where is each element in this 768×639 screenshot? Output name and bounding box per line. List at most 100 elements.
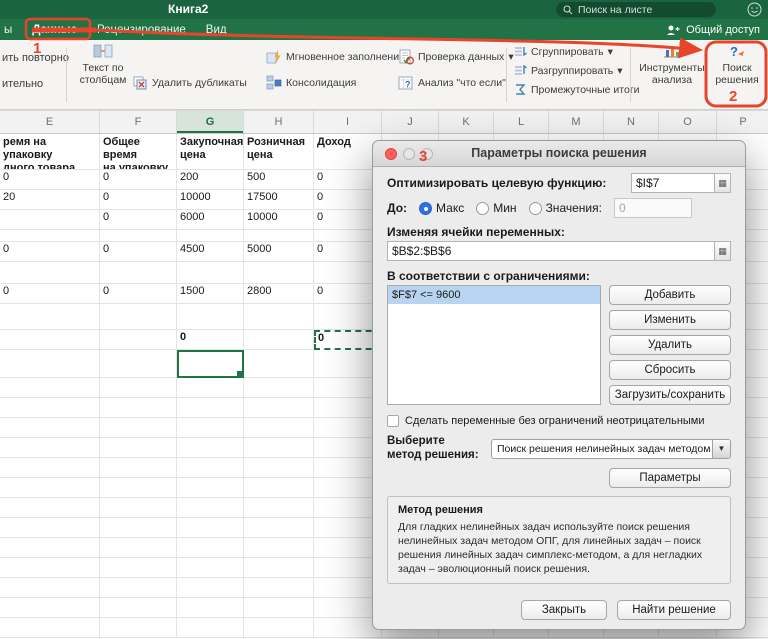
constraints-list[interactable]: $F$7 <= 9600	[387, 285, 601, 405]
cell-G10[interactable]: 0	[177, 330, 244, 350]
tab-data[interactable]: Данные	[32, 24, 77, 36]
column-header-F[interactable]: F	[100, 111, 177, 133]
analysis-tools-button[interactable]: Инструменты анализа	[638, 43, 706, 86]
cell-F17[interactable]	[100, 478, 177, 498]
cell-E3[interactable]: 20	[0, 190, 100, 210]
subtotal-button[interactable]: Промежуточные итоги	[514, 83, 640, 96]
cell-E6[interactable]: 0	[0, 242, 100, 262]
cell-G8[interactable]: 1500	[177, 284, 244, 304]
cell-H16[interactable]	[244, 458, 314, 478]
cell-G21[interactable]	[177, 558, 244, 578]
cell-H4[interactable]: 10000	[244, 210, 314, 230]
share-button[interactable]: Общий доступ	[665, 19, 760, 40]
tab-formulas-partial[interactable]: ы	[4, 24, 12, 36]
options-button[interactable]: Параметры	[609, 467, 731, 488]
consolidate-button[interactable]: Консолидация	[266, 75, 356, 91]
objective-input[interactable]: $I$7	[631, 173, 715, 193]
cell-H21[interactable]	[244, 558, 314, 578]
cell-E23[interactable]	[0, 598, 100, 618]
nonnegative-checkbox[interactable]	[387, 415, 399, 427]
column-header-H[interactable]: H	[244, 111, 314, 133]
cell-F20[interactable]	[100, 538, 177, 558]
cell-F8[interactable]: 0	[100, 284, 177, 304]
cell-E20[interactable]	[0, 538, 100, 558]
cell-F6[interactable]: 0	[100, 242, 177, 262]
cell-F10[interactable]	[100, 330, 177, 350]
range-selector-button[interactable]: ▦	[715, 241, 731, 261]
cell-H13[interactable]	[244, 398, 314, 418]
cell-E2[interactable]: 0	[0, 170, 100, 190]
cell-G22[interactable]	[177, 578, 244, 598]
cell-F23[interactable]	[100, 598, 177, 618]
solve-button[interactable]: Найти решение	[617, 600, 731, 620]
cell-G12[interactable]	[177, 378, 244, 398]
cell-G5[interactable]	[177, 230, 244, 242]
cell-H17[interactable]	[244, 478, 314, 498]
cell-H15[interactable]	[244, 438, 314, 458]
cell-H11[interactable]	[244, 350, 314, 378]
advanced-button-clipped[interactable]: ительно	[2, 78, 43, 90]
cell-G20[interactable]	[177, 538, 244, 558]
cell-F13[interactable]	[100, 398, 177, 418]
cell-F18[interactable]	[100, 498, 177, 518]
what-if-analysis-button[interactable]: ? Анализ "что если"	[398, 75, 506, 91]
method-dropdown[interactable]: Поиск решения нелинейных задач методом О…	[491, 438, 731, 459]
tab-review[interactable]: Рецензирование	[97, 24, 186, 36]
cell-E1[interactable]: ремя на упаковку дного товара	[0, 134, 100, 170]
change-button[interactable]: Изменить	[609, 310, 731, 330]
cell-H8[interactable]: 2800	[244, 284, 314, 304]
cell-H10[interactable]	[244, 330, 314, 350]
cell-E22[interactable]	[0, 578, 100, 598]
cell-F22[interactable]	[100, 578, 177, 598]
delete-button[interactable]: Удалить	[609, 335, 731, 355]
flash-fill-button[interactable]: Мгновенное заполнение	[266, 49, 405, 65]
cell-G9[interactable]	[177, 304, 244, 330]
column-header-M[interactable]: M	[549, 111, 604, 133]
cell-F21[interactable]	[100, 558, 177, 578]
column-header-O[interactable]: O	[659, 111, 717, 133]
cell-F14[interactable]	[100, 418, 177, 438]
cell-E10[interactable]	[0, 330, 100, 350]
cell-F2[interactable]: 0	[100, 170, 177, 190]
cell-E7[interactable]	[0, 262, 100, 284]
cell-H6[interactable]: 5000	[244, 242, 314, 262]
radio-min[interactable]: Мин	[476, 201, 517, 215]
data-validation-button[interactable]: Проверка данных ▾	[398, 49, 514, 65]
cell-G11[interactable]	[177, 350, 244, 378]
cell-E11[interactable]	[0, 350, 100, 378]
ungroup-button[interactable]: Разгруппировать ▾	[514, 64, 623, 77]
cell-E13[interactable]	[0, 398, 100, 418]
cell-G4[interactable]: 6000	[177, 210, 244, 230]
cell-G18[interactable]	[177, 498, 244, 518]
cell-F19[interactable]	[100, 518, 177, 538]
cell-G16[interactable]	[177, 458, 244, 478]
cell-E24[interactable]	[0, 618, 100, 638]
column-header-P[interactable]: P	[717, 111, 768, 133]
cell-E19[interactable]	[0, 518, 100, 538]
cell-F5[interactable]	[100, 230, 177, 242]
cell-G23[interactable]	[177, 598, 244, 618]
group-button[interactable]: Сгруппировать ▾	[514, 45, 613, 58]
cell-E17[interactable]	[0, 478, 100, 498]
tab-view[interactable]: Вид	[206, 24, 227, 36]
cell-F16[interactable]	[100, 458, 177, 478]
cell-H1[interactable]: Розничная цена	[244, 134, 314, 170]
cell-E8[interactable]: 0	[0, 284, 100, 304]
column-header-K[interactable]: K	[439, 111, 494, 133]
solver-button[interactable]: ? Поиск решения	[710, 43, 764, 86]
column-header-L[interactable]: L	[494, 111, 549, 133]
dropdown-arrow-button[interactable]: ▼	[712, 439, 730, 458]
cell-F7[interactable]	[100, 262, 177, 284]
cell-H2[interactable]: 500	[244, 170, 314, 190]
dialog-titlebar[interactable]: Параметры поиска решения	[373, 141, 745, 167]
range-selector-button[interactable]: ▦	[715, 173, 731, 193]
cell-G2[interactable]: 200	[177, 170, 244, 190]
cell-H24[interactable]	[244, 618, 314, 638]
cell-F3[interactable]: 0	[100, 190, 177, 210]
cell-G1[interactable]: Закупочная цена	[177, 134, 244, 170]
cell-E15[interactable]	[0, 438, 100, 458]
add-button[interactable]: Добавить	[609, 285, 731, 305]
search-box[interactable]: Поиск на листе	[556, 2, 716, 17]
cell-H5[interactable]	[244, 230, 314, 242]
cell-H7[interactable]	[244, 262, 314, 284]
